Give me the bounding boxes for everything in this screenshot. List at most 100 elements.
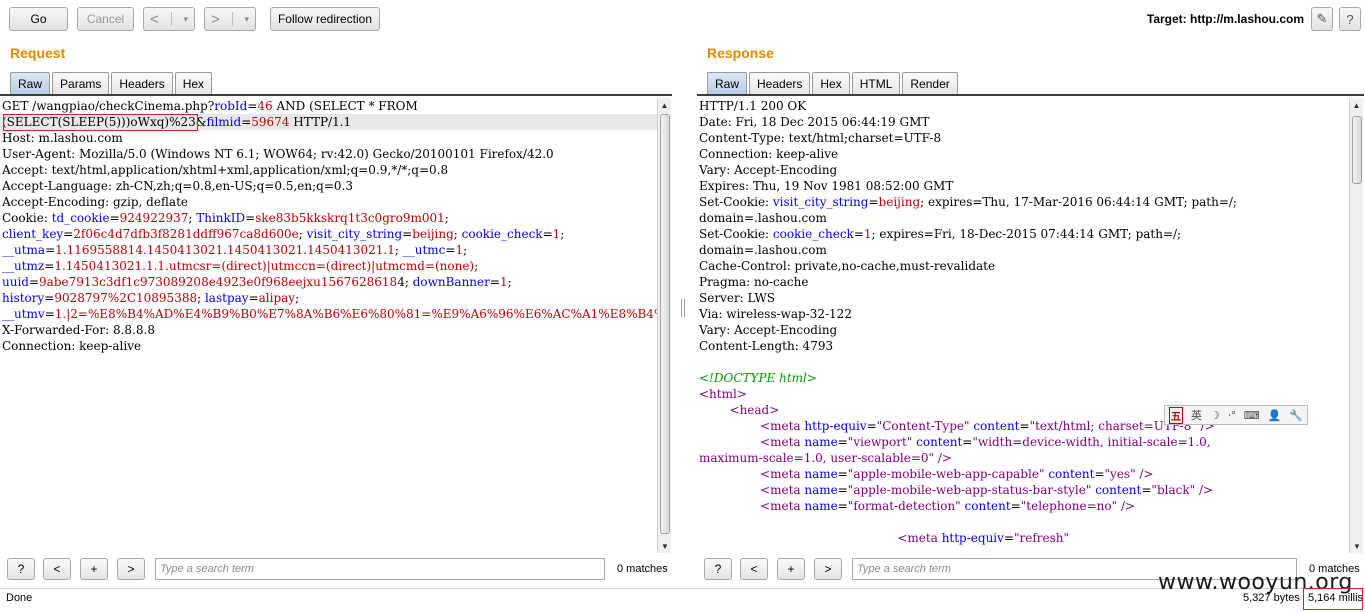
request-token: ; (298, 227, 307, 241)
response-line: <html> (699, 386, 1349, 402)
response-scrollbar[interactable]: ▲ ▼ (1349, 98, 1363, 553)
request-tab-params[interactable]: Params (52, 72, 110, 94)
response-token: = (962, 435, 973, 449)
request-search-next-button[interactable]: > (117, 558, 145, 580)
request-search-add-button[interactable]: + (80, 558, 108, 580)
request-token: GET /wangpiao/checkCinema.php? (2, 99, 215, 113)
cancel-button[interactable]: Cancel (77, 7, 134, 31)
ime-toolbar[interactable]: 五 英 ☽ ‧° ⌨ 👤 🔧 (1164, 405, 1308, 425)
response-token: "yes" (1104, 467, 1136, 481)
request-token: 1.|2=%E8%B4%AD%E4%B9%B0%E7%8A%B6%E6%80%8… (54, 307, 657, 321)
request-search-prev-button[interactable]: < (43, 558, 71, 580)
request-search-help-button[interactable]: ? (7, 558, 35, 580)
scroll-down-icon[interactable]: ▼ (1350, 539, 1364, 553)
ime-moon-icon[interactable]: ☽ (1210, 409, 1220, 422)
pane-splitter[interactable] (681, 299, 685, 317)
ime-keyboard-icon[interactable]: ⌨ (1244, 409, 1260, 422)
response-line: Expires: Thu, 19 Nov 1981 08:52:00 GMT (699, 178, 1349, 194)
request-token: Accept-Encoding: gzip, deflate (2, 195, 189, 209)
request-scrollbar[interactable]: ▲ ▼ (657, 98, 671, 553)
request-line: Accept-Language: zh-CN,zh;q=0.8,en-US;q=… (2, 178, 657, 194)
ime-user-icon[interactable]: 👤 (1268, 409, 1282, 422)
request-token: = (45, 243, 56, 257)
ime-wrench-icon[interactable]: 🔧 (1289, 409, 1303, 422)
response-line: Content-Length: 4793 (699, 338, 1349, 354)
response-tab-raw[interactable]: Raw (707, 72, 748, 94)
response-token: Vary: Accept-Encoding (699, 323, 838, 337)
response-token: = (868, 195, 879, 209)
response-search-prev-button[interactable]: < (740, 558, 768, 580)
request-token: client_key (2, 227, 64, 241)
request-token: Cookie: (2, 211, 52, 225)
request-text[interactable]: GET /wangpiao/checkCinema.php?robId=46 A… (0, 98, 657, 354)
request-token: AND (SELECT * FROM (272, 99, 418, 113)
response-search-next-button[interactable]: > (814, 558, 842, 580)
request-search-input[interactable] (155, 558, 605, 580)
response-line: Pragma: no-cache (699, 274, 1349, 290)
pencil-icon: ✎ (1316, 11, 1328, 26)
response-editor[interactable]: HTTP/1.1 200 OK Date: Fri, 18 Dec 2015 06… (697, 98, 1349, 553)
response-token: Via: wireless-wap-32-122 (699, 307, 852, 321)
response-token: <!DOCTYPE html> (699, 371, 817, 385)
response-scroll-thumb[interactable] (1352, 116, 1362, 184)
request-token: = (247, 99, 258, 113)
request-token: = (489, 275, 500, 289)
request-tab-hex[interactable]: Hex (174, 72, 213, 94)
request-search-bar: ? < + > 0 matches (0, 556, 672, 584)
back-dropdown-icon[interactable]: ▾ (183, 14, 188, 25)
ime-english-icon[interactable]: 英 (1191, 407, 1202, 423)
response-text[interactable]: HTTP/1.1 200 OK Date: Fri, 18 Dec 2015 06… (697, 98, 1349, 546)
response-tab-headers[interactable]: Headers (749, 72, 811, 94)
response-token: Expires: Thu, 19 Nov 1981 08:52:00 GMT (699, 179, 954, 193)
request-token: = (44, 307, 55, 321)
request-scroll-thumb[interactable] (660, 114, 670, 534)
response-title: Response (707, 45, 774, 61)
ime-punct-icon[interactable]: ‧° (1228, 409, 1236, 422)
response-search-add-button[interactable]: + (777, 558, 805, 580)
response-line: <meta name="apple-mobile-web-app-status-… (699, 482, 1349, 498)
response-line: Via: wireless-wap-32-122 (699, 306, 1349, 322)
request-line: Accept: text/html,application/xhtml+xml,… (2, 162, 657, 178)
request-tab-raw[interactable]: Raw (10, 72, 51, 94)
help-button[interactable]: ? (1339, 7, 1361, 31)
response-token: domain=.lashou.com (699, 243, 827, 257)
request-token: robId (214, 99, 248, 113)
request-token: ThinkID (196, 211, 246, 225)
forward-arrow-icon: > (210, 10, 220, 28)
response-token (699, 467, 760, 481)
response-token: <meta (760, 419, 805, 433)
response-token: name (804, 467, 838, 481)
response-tab-hex[interactable]: Hex (812, 72, 850, 94)
scroll-up-icon[interactable]: ▲ (658, 98, 671, 112)
question-icon: ? (17, 562, 25, 576)
request-line: User-Agent: Mozilla/5.0 (Windows NT 6.1;… (2, 146, 657, 162)
response-token: = (1019, 419, 1030, 433)
request-token: 1 (499, 275, 508, 289)
response-line: Vary: Accept-Encoding (699, 322, 1349, 338)
back-button[interactable]: < ▾ (143, 7, 195, 31)
plus-icon: + (787, 562, 795, 576)
response-token: http-equiv (804, 419, 867, 433)
response-tab-html[interactable]: HTML (851, 72, 901, 94)
response-token: /> (1117, 499, 1136, 513)
response-tab-render[interactable]: Render (902, 72, 958, 94)
response-search-help-button[interactable]: ? (704, 558, 732, 580)
response-token: "apple-mobile-web-app-capable" (847, 467, 1045, 481)
ime-wubi-icon[interactable]: 五 (1168, 406, 1183, 424)
request-tab-headers[interactable]: Headers (111, 72, 173, 94)
request-token: 4; (397, 275, 413, 289)
response-token: content (916, 435, 963, 449)
forward-button[interactable]: > ▾ (204, 7, 256, 31)
go-button[interactable]: Go (9, 7, 68, 31)
request-token: 924922937 (119, 211, 189, 225)
request-token: __utmz (2, 259, 45, 273)
edit-target-button[interactable]: ✎ (1311, 7, 1333, 31)
scroll-up-icon[interactable]: ▲ (1350, 98, 1363, 112)
scroll-down-icon[interactable]: ▼ (658, 539, 672, 553)
request-editor[interactable]: GET /wangpiao/checkCinema.php?robId=46 A… (0, 98, 657, 553)
forward-dropdown-icon[interactable]: ▾ (244, 14, 249, 25)
response-token: = (837, 499, 848, 513)
plus-icon: + (90, 562, 98, 576)
response-token: "refresh" (1014, 531, 1070, 545)
follow-redirection-button[interactable]: Follow redirection (270, 7, 380, 31)
